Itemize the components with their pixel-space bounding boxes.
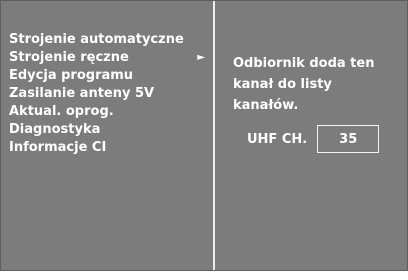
menu-item-automatic-tuning[interactable]: Strojenie automatyczne [7, 31, 211, 49]
menu-item-label: Diagnostyka [9, 122, 101, 137]
menu-item-ci-info[interactable]: Informacje CI [7, 139, 211, 157]
menu-item-label: Strojenie ręczne [9, 50, 129, 65]
channel-number-field[interactable]: 35 [317, 125, 380, 153]
menu-item-label: Zasilanie anteny 5V [9, 86, 155, 101]
tv-setup-screen: Strojenie automatyczne Strojenie ręczne … [0, 0, 408, 271]
channel-row: UHF CH. 35 [247, 124, 380, 154]
submenu-arrow-icon: ► [197, 52, 205, 63]
menu-item-label: Edycja programu [9, 68, 134, 83]
channel-label: UHF CH. [247, 131, 308, 147]
menu-item-antenna-power[interactable]: Zasilanie anteny 5V [7, 85, 211, 103]
menu-item-program-edit[interactable]: Edycja programu [7, 67, 211, 85]
menu-item-label: Informacje CI [9, 140, 107, 155]
setup-menu-list: Strojenie automatyczne Strojenie ręczne … [7, 31, 211, 157]
menu-item-diagnostics[interactable]: Diagnostyka [7, 121, 211, 139]
menu-item-label: Strojenie automatyczne [9, 32, 184, 47]
menu-item-label: Aktual. oprog. [9, 104, 114, 119]
setup-menu-panel: Strojenie automatyczne Strojenie ręczne … [1, 1, 215, 270]
manual-tuning-info-panel: Odbiornik doda ten kanał do listy kanałó… [215, 1, 407, 270]
menu-item-software-update[interactable]: Aktual. oprog. [7, 103, 211, 121]
info-message: Odbiornik doda ten kanał do listy kanałó… [233, 56, 375, 113]
menu-item-manual-tuning[interactable]: Strojenie ręczne ► [7, 49, 211, 67]
